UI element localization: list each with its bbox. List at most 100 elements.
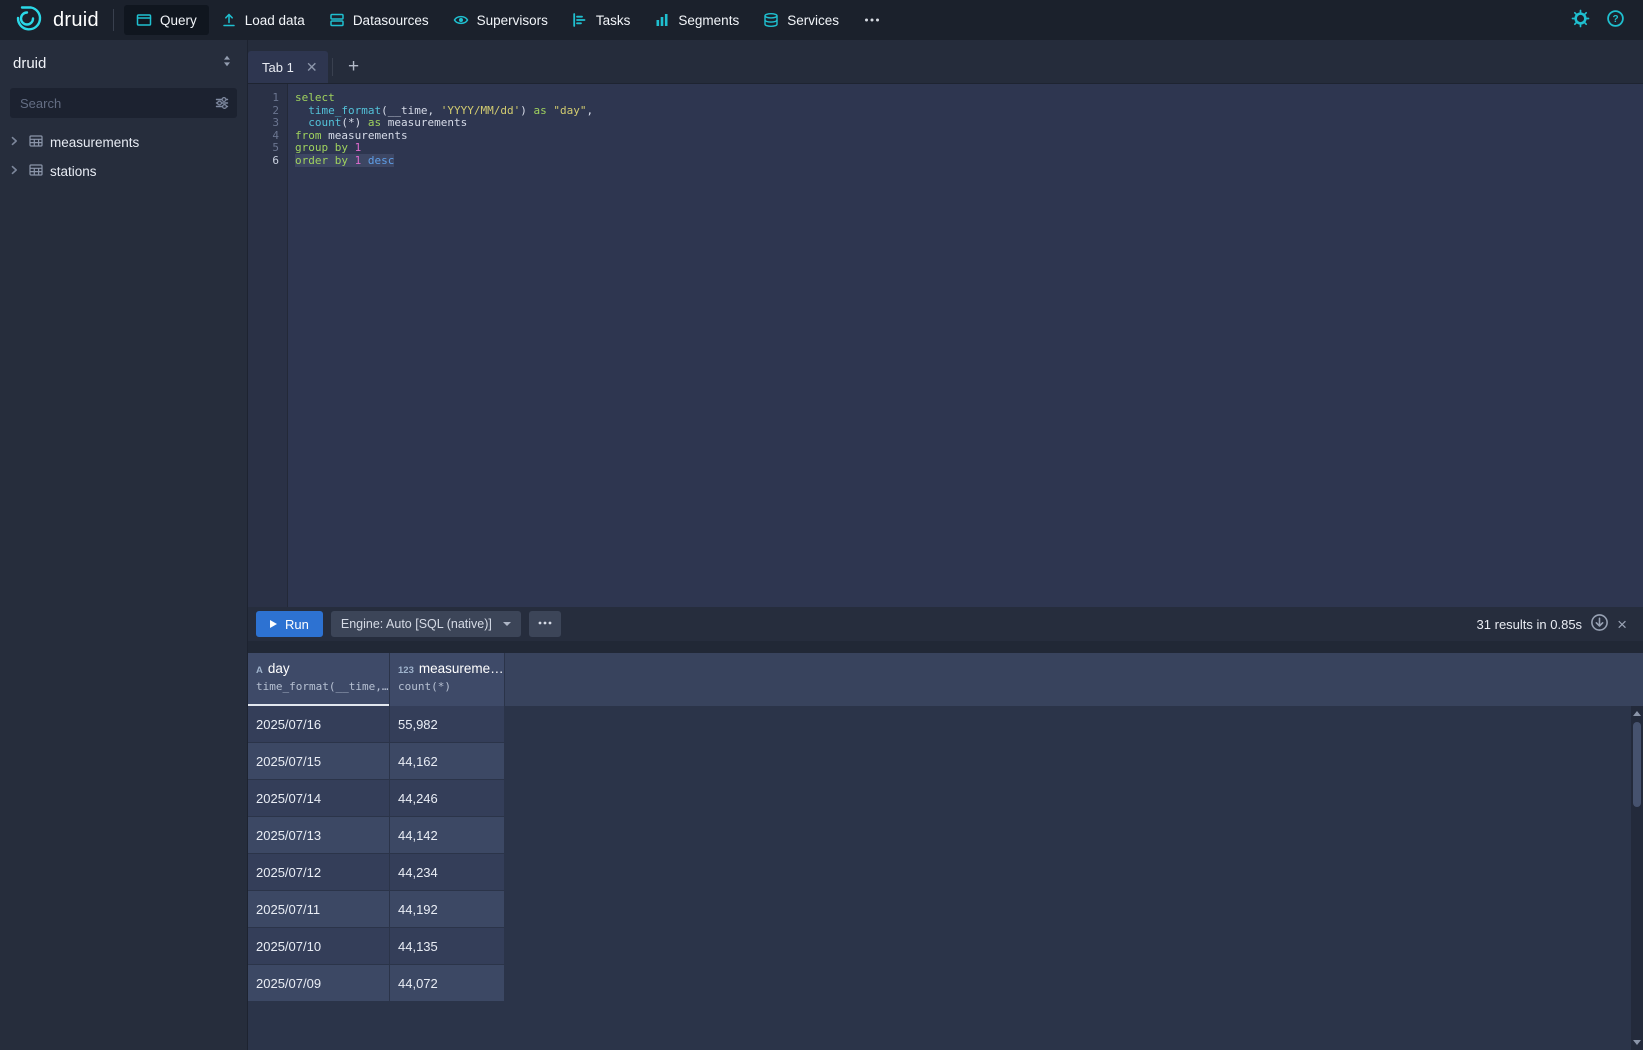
chevron-down-icon [503,622,511,626]
code-area[interactable]: select time_format(__time, 'YYYY/MM/dd')… [288,84,1643,607]
cell-day[interactable]: 2025/07/10 [248,928,390,965]
brand[interactable]: druid [10,3,111,38]
table-row: 2025/07/1344,142 [248,817,1643,854]
cell-day[interactable]: 2025/07/16 [248,706,390,743]
nav-more[interactable] [851,5,893,35]
cell-day[interactable]: 2025/07/15 [248,743,390,780]
results-body: 2025/07/1655,9822025/07/1544,1622025/07/… [248,706,1643,1002]
cell-measurements[interactable]: 55,982 [390,706,505,743]
column-expression: time_format(__time,… [256,680,381,693]
datasource-tree: measurements stations [0,128,247,186]
cell-measurements[interactable]: 44,246 [390,780,505,817]
scroll-down-icon[interactable] [1633,1040,1641,1045]
svg-text:?: ? [1612,14,1618,25]
cell-measurements[interactable]: 44,072 [390,965,505,1002]
nav-segments[interactable]: Segments [642,5,751,35]
code-line: order by 1 desc [295,155,1643,168]
line-number: 6 [248,155,279,168]
vertical-scrollbar[interactable] [1631,706,1643,1050]
cell-measurements[interactable]: 44,234 [390,854,505,891]
help-icon: ? [1606,9,1625,31]
upload-icon [221,12,237,28]
navbar-right: ? [1571,9,1633,31]
gantt-icon [572,12,588,28]
scroll-up-icon[interactable] [1633,711,1641,716]
result-status: 31 results in 0.85s [1477,617,1583,632]
console-icon [136,12,152,28]
close-icon: × [1617,616,1627,633]
code-line: group by 1 [295,142,1643,155]
search-input[interactable] [10,88,237,118]
download-results-button[interactable] [1590,613,1609,635]
nav-query[interactable]: Query [124,5,209,35]
results-gap [248,641,1643,653]
nav-tasks[interactable]: Tasks [560,5,643,35]
tab-label: Tab 1 [262,60,294,75]
table-row: 2025/07/1244,234 [248,854,1643,891]
column-name: measureme… [419,661,504,676]
chevron-right-icon[interactable] [6,162,22,181]
string-type-icon: A [256,665,263,676]
eye-icon [453,12,469,28]
tree-item-stations[interactable]: stations [0,157,247,186]
table-row: 2025/07/1544,162 [248,743,1643,780]
gear-icon [1571,9,1590,31]
settings-button[interactable] [1571,9,1590,31]
table-row: 2025/07/1144,192 [248,891,1643,928]
run-bar: Run Engine: Auto [SQL (native)] 31 resul… [248,607,1643,641]
more-icon [537,615,553,634]
run-label: Run [285,617,309,632]
query-more-button[interactable] [529,611,561,637]
number-type-icon: 123 [398,665,414,676]
cell-day[interactable]: 2025/07/09 [248,965,390,1002]
engine-select[interactable]: Engine: Auto [SQL (native)] [331,611,521,637]
close-results-button[interactable]: × [1617,616,1627,633]
chevron-right-icon[interactable] [6,133,22,152]
sort-indicator [248,704,389,706]
table-row: 2025/07/1655,982 [248,706,1643,743]
sql-editor[interactable]: 123456 select time_format(__time, 'YYYY/… [248,84,1643,607]
nav-label: Load data [245,13,305,28]
sidebar-search [10,88,237,118]
cell-day[interactable]: 2025/07/12 [248,854,390,891]
cell-measurements[interactable]: 44,192 [390,891,505,928]
column-header-measurements[interactable]: 123 measureme… count(*) [390,653,505,706]
code-line: from measurements [295,130,1643,143]
cell-measurements[interactable]: 44,135 [390,928,505,965]
column-header-day[interactable]: A day time_format(__time,… [248,653,390,706]
nav-label: Tasks [596,13,631,28]
druid-logo-icon [14,3,44,38]
cell-day[interactable]: 2025/07/13 [248,817,390,854]
nav-load-data[interactable]: Load data [209,5,317,35]
cell-measurements[interactable]: 44,142 [390,817,505,854]
nav-supervisors[interactable]: Supervisors [441,5,560,35]
scrollbar-thumb[interactable] [1633,722,1641,807]
add-tab-button[interactable]: + [337,51,371,83]
line-number: 1 [248,92,279,105]
line-number: 3 [248,117,279,130]
more-icon [863,12,881,28]
tab-close-icon[interactable]: ✕ [306,60,318,74]
nav-label: Segments [678,13,739,28]
tree-item-measurements[interactable]: measurements [0,128,247,157]
nav-label: Query [160,13,197,28]
double-caret-icon[interactable] [219,53,235,73]
help-button[interactable]: ? [1606,9,1625,31]
tab-1[interactable]: Tab 1 ✕ [248,51,328,83]
run-button[interactable]: Run [256,611,323,637]
column-name: day [268,661,290,676]
table-row: 2025/07/1044,135 [248,928,1643,965]
nav-services[interactable]: Services [751,5,851,35]
filter-sliders-icon[interactable] [214,95,230,116]
bar-chart-icon [654,12,670,28]
cell-measurements[interactable]: 44,162 [390,743,505,780]
cell-day[interactable]: 2025/07/14 [248,780,390,817]
nav-datasources[interactable]: Datasources [317,5,441,35]
code-line: time_format(__time, 'YYYY/MM/dd') as "da… [295,105,1643,118]
datasources-icon [329,12,345,28]
cell-day[interactable]: 2025/07/11 [248,891,390,928]
nav-label: Supervisors [477,13,548,28]
table-icon [28,162,44,181]
database-icon [763,12,779,28]
code-line: count(*) as measurements [295,117,1643,130]
